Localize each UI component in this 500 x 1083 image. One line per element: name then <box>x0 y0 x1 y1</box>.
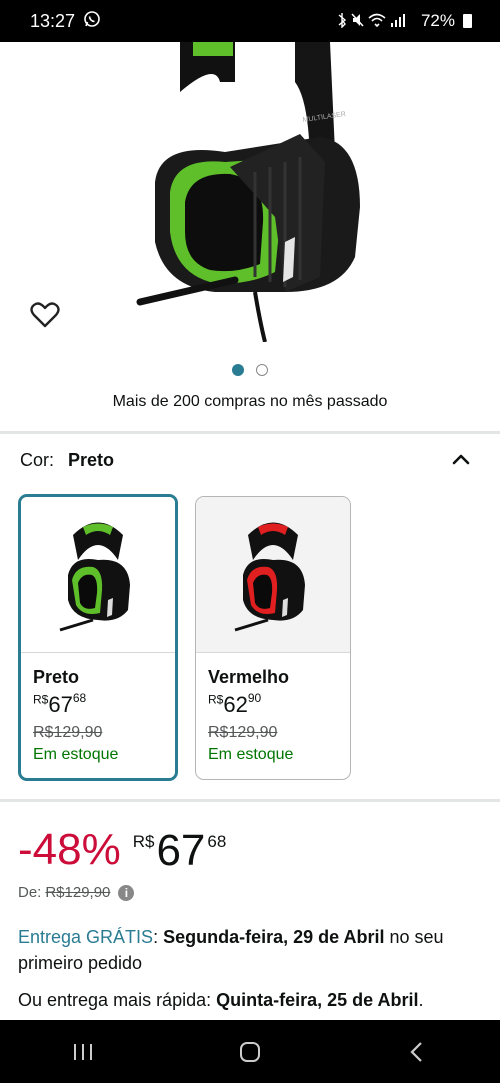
swatch-price: R$6768 <box>33 690 87 717</box>
list-price: De: R$129,90 i <box>18 884 135 901</box>
battery-level: 72% <box>420 11 455 30</box>
swatch-image <box>196 497 350 653</box>
carousel-dots <box>0 364 500 376</box>
carousel-dot-2[interactable] <box>256 364 268 376</box>
system-icons <box>335 12 415 31</box>
swatch-old-price: R$129,90 <box>208 724 278 741</box>
info-icon[interactable]: i <box>118 884 135 901</box>
recent-apps-icon[interactable] <box>63 1032 103 1072</box>
chevron-up-icon[interactable] <box>450 448 472 470</box>
color-option-vermelho[interactable]: Vermelho R$6290 R$129,90 Em estoque <box>195 496 351 780</box>
status-time: 13:27 <box>30 10 76 31</box>
color-label: Cor: <box>20 450 55 470</box>
color-selected-value: Preto <box>68 450 115 470</box>
heart-icon[interactable] <box>30 300 64 334</box>
divider <box>0 799 500 802</box>
carousel-dot-1[interactable] <box>232 364 244 376</box>
delivery-date: Segunda-feira, 29 de Abril <box>163 927 385 947</box>
price-block: -48% R$ 67 68 <box>18 826 226 876</box>
free-delivery-link[interactable]: Entrega GRÁTIS <box>18 927 153 947</box>
swatch-name: Vermelho <box>208 667 290 687</box>
divider <box>0 431 500 434</box>
swatch-stock: Em estoque <box>33 746 119 763</box>
color-option-preto[interactable]: Preto R$6768 R$129,90 Em estoque <box>18 494 178 781</box>
fast-delivery-info: Ou entrega mais rápida: Quinta-feira, 25… <box>18 990 424 1010</box>
product-image: MULTILASER <box>136 42 360 342</box>
color-selector-header[interactable]: Cor: Preto <box>20 450 480 471</box>
back-icon[interactable] <box>397 1032 437 1072</box>
product-image-carousel[interactable]: MULTILASER <box>0 42 500 402</box>
fast-delivery-date: Quinta-feira, 25 de Abril <box>216 990 419 1010</box>
swatch-name: Preto <box>33 667 80 687</box>
battery-icon <box>463 14 472 28</box>
status-bar: 13:27 72% <box>0 0 500 42</box>
swatch-old-price: R$129,90 <box>33 724 103 741</box>
purchase-count-text: Mais de 200 compras no mês passado <box>112 393 388 410</box>
system-nav-bar <box>0 1020 500 1083</box>
discount-percent: -48% <box>18 825 121 874</box>
current-price: R$ 67 68 <box>132 826 227 875</box>
swatch-image <box>21 497 175 653</box>
swatch-price: R$6290 <box>208 690 262 717</box>
whatsapp-icon <box>83 10 101 33</box>
home-icon[interactable] <box>230 1032 270 1072</box>
swatch-stock: Em estoque <box>208 746 294 763</box>
delivery-info: Entrega GRÁTIS: Segunda-feira, 29 de Abr… <box>18 927 444 973</box>
